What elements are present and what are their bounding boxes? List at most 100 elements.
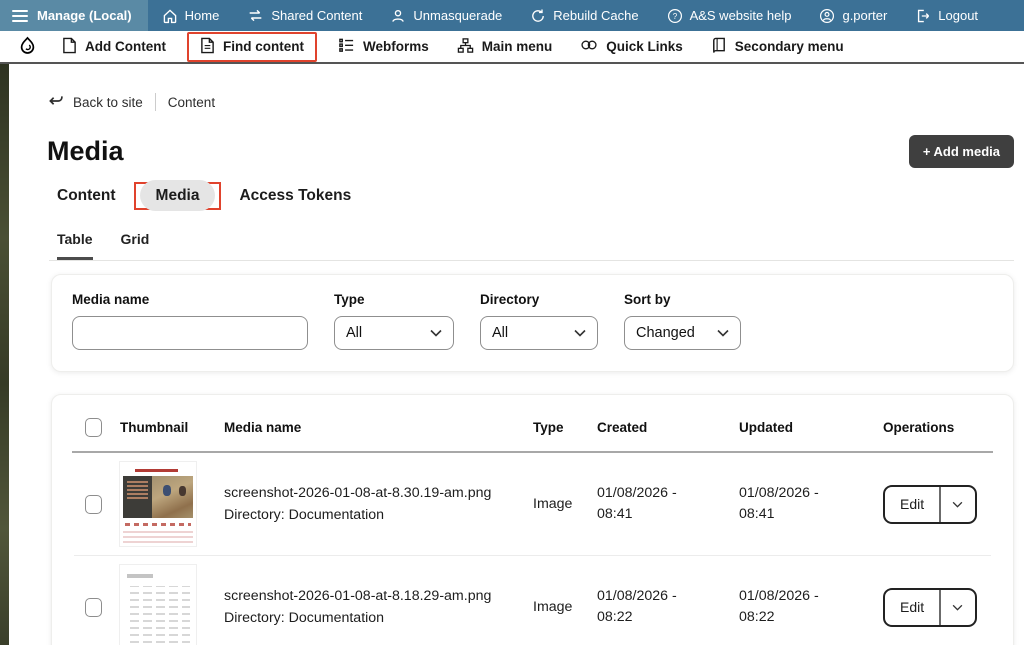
header-created: Created: [597, 420, 739, 435]
admin-bar-unmasquerade[interactable]: Unmasquerade: [376, 0, 516, 31]
row-checkbox[interactable]: [85, 598, 102, 617]
directory-label: Directory: [480, 292, 598, 307]
view-tab-grid[interactable]: Grid: [121, 231, 150, 260]
page-heading-row: Media + Add media: [47, 135, 1014, 168]
filter-sort: Sort by Changed: [624, 292, 741, 350]
admin-bar-shared-content[interactable]: Shared Content: [233, 0, 376, 31]
media-thumbnail[interactable]: [120, 565, 196, 645]
shortcut-item-label: Find content: [223, 39, 304, 54]
media-file-name: screenshot-2026-01-08-at-8.30.19-am.png: [224, 485, 491, 501]
shortcut-quick-links[interactable]: Quick Links: [567, 33, 696, 60]
media-name-label: Media name: [72, 292, 308, 307]
media-directory: Directory: Documentation: [224, 507, 384, 523]
table-row: screenshot-2026-01-08-at-8.30.19-am.png …: [72, 453, 993, 555]
admin-bar-item-label: A&S website help: [690, 8, 792, 23]
hamburger-icon: [12, 9, 28, 23]
tab-access-tokens[interactable]: Access Tokens: [239, 187, 351, 205]
shortcut-item-label: Secondary menu: [735, 39, 844, 54]
help-icon: ?: [667, 8, 683, 24]
directory-select[interactable]: All: [480, 316, 598, 350]
thumbnail-detail: [125, 523, 191, 526]
admin-bar-user[interactable]: g.porter: [805, 0, 901, 31]
drupal-drop-icon[interactable]: [8, 36, 47, 57]
chevron-down-icon: [717, 325, 729, 341]
type-label: Type: [334, 292, 454, 307]
header-updated: Updated: [739, 420, 883, 435]
type-select[interactable]: All: [334, 316, 454, 350]
manage-label: Manage (Local): [37, 8, 132, 23]
home-icon: [162, 8, 178, 24]
tab-media[interactable]: Media: [140, 180, 216, 211]
type-select-value: All: [346, 325, 362, 341]
shortcut-item-label: Main menu: [482, 39, 553, 54]
shortcut-webforms[interactable]: Webforms: [325, 32, 442, 62]
document-icon: [62, 37, 77, 57]
admin-bar-item-label: Shared Content: [271, 8, 362, 23]
form-list-icon: [338, 37, 355, 57]
admin-bar-help[interactable]: ? A&S website help: [653, 0, 806, 31]
shortcut-item-label: Webforms: [363, 39, 429, 54]
shortcut-find-content[interactable]: Find content: [187, 32, 317, 62]
primary-tabs: Content Media Access Tokens: [57, 182, 1024, 210]
admin-bar-logout[interactable]: Logout: [901, 0, 992, 31]
back-to-site-label: Back to site: [73, 95, 143, 110]
admin-bar-home[interactable]: Home: [148, 0, 234, 31]
svg-text:?: ?: [672, 12, 677, 21]
thumbnail-detail: [123, 530, 193, 543]
shortcut-toolbar: Add Content Find content Webforms Main m…: [0, 31, 1024, 64]
edit-button[interactable]: Edit: [885, 487, 939, 522]
document-icon: [200, 37, 215, 57]
media-name-input[interactable]: [72, 316, 308, 350]
shortcut-main-menu[interactable]: Main menu: [444, 32, 566, 62]
thumbnail-detail: [123, 476, 193, 518]
table-row: screenshot-2026-01-08-at-8.18.29-am.png …: [72, 556, 993, 645]
created-cell: 01/08/2026 - 08:22: [597, 586, 739, 629]
chevron-down-icon: [574, 325, 586, 341]
tabs-divider-line: [49, 260, 1014, 261]
media-type-cell: Image: [533, 496, 597, 512]
link-icon: [580, 38, 598, 55]
edit-split-button: Edit: [883, 588, 977, 627]
shortcut-secondary-menu[interactable]: Secondary menu: [698, 32, 857, 62]
sort-by-select[interactable]: Changed: [624, 316, 741, 350]
admin-bar-item-label: Logout: [938, 8, 978, 23]
tab-media-highlight-box: Media: [134, 182, 222, 210]
sort-by-label: Sort by: [624, 292, 741, 307]
edit-dropdown-toggle[interactable]: [941, 487, 975, 522]
breadcrumb: Back to site Content: [47, 93, 1024, 111]
row-checkbox[interactable]: [85, 495, 102, 514]
admin-bar-item-label: Unmasquerade: [413, 8, 502, 23]
media-directory: Directory: Documentation: [224, 610, 384, 626]
edit-button[interactable]: Edit: [885, 590, 939, 625]
filter-directory: Directory All: [480, 292, 598, 350]
header-type: Type: [533, 420, 597, 435]
breadcrumb-divider: [155, 93, 156, 111]
mask-icon: [390, 8, 406, 24]
sort-by-select-value: Changed: [636, 325, 695, 341]
edit-split-button: Edit: [883, 485, 977, 524]
sitemap-icon: [457, 37, 474, 57]
chevron-down-icon: [430, 325, 442, 341]
tab-content[interactable]: Content: [57, 187, 116, 205]
thumbnail-detail: [126, 586, 190, 643]
shortcut-add-content[interactable]: Add Content: [49, 32, 179, 62]
created-cell: 01/08/2026 - 08:41: [597, 483, 739, 526]
filter-type: Type All: [334, 292, 454, 350]
media-file-name: screenshot-2026-01-08-at-8.18.29-am.png: [224, 588, 491, 604]
add-media-button[interactable]: + Add media: [909, 135, 1014, 168]
manage-menu-button[interactable]: Manage (Local): [0, 0, 148, 31]
return-arrow-icon: [47, 93, 64, 111]
admin-bar-rebuild-cache[interactable]: Rebuild Cache: [516, 0, 652, 31]
edit-dropdown-toggle[interactable]: [941, 590, 975, 625]
logout-icon: [915, 8, 931, 24]
back-to-site-link[interactable]: Back to site: [47, 93, 143, 111]
admin-bar-item-label: Rebuild Cache: [553, 8, 638, 23]
media-thumbnail[interactable]: [120, 462, 196, 546]
shortcut-item-label: Quick Links: [606, 39, 683, 54]
view-tab-table[interactable]: Table: [57, 231, 93, 260]
directory-select-value: All: [492, 325, 508, 341]
updated-cell: 01/08/2026 - 08:22: [739, 586, 883, 629]
header-thumbnail: Thumbnail: [120, 420, 224, 435]
select-all-checkbox[interactable]: [85, 418, 102, 437]
site-background-strip: [0, 64, 9, 645]
